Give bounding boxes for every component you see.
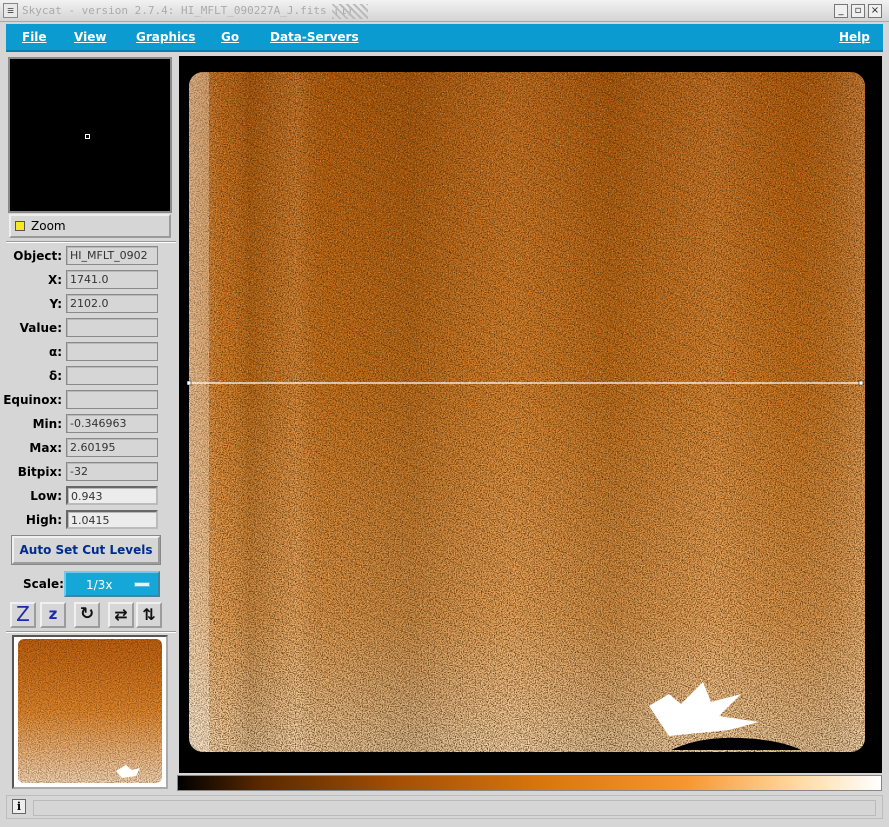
equinox-field [66, 390, 158, 409]
minimize-button[interactable]: _ [834, 4, 848, 18]
cut-line-end-handle[interactable] [858, 380, 864, 386]
info-row-delta: δ: [6, 366, 176, 388]
dropdown-caret-icon [134, 582, 150, 587]
info-row-alpha: α: [6, 342, 176, 364]
flip-x-icon: ⇄ [114, 605, 128, 624]
bitpix-label: Bitpix: [17, 465, 62, 479]
high-label: High: [25, 513, 62, 527]
statusbar: i [6, 795, 883, 819]
menu-view-label: View [74, 30, 107, 44]
auto-set-cut-levels-button[interactable]: Auto Set Cut Levels [11, 535, 161, 565]
info-row-equinox: Equinox: [3, 390, 176, 412]
min-label: Min: [32, 417, 62, 431]
bitpix-field: -32 [66, 462, 158, 481]
scale-value: 1/3x [86, 578, 113, 592]
menu-help[interactable]: Help [839, 30, 870, 44]
scale-label: Scale: [23, 577, 64, 591]
menu-graphics[interactable]: Graphics [136, 30, 195, 44]
cut-line-start-handle[interactable] [186, 380, 192, 386]
rotate-icon: ↻ [79, 604, 95, 624]
separator [6, 631, 176, 633]
control-panel: Zoom Object: HI_MFLT_0902 X: 1741.0 Y: 2… [3, 55, 176, 793]
zoom-out-button[interactable]: z [40, 602, 66, 628]
menu-file[interactable]: File [22, 30, 47, 44]
info-row-max: Max: 2.60195 [6, 438, 176, 460]
value-field [66, 318, 158, 337]
alpha-label: α: [48, 345, 62, 359]
zoom-window[interactable] [8, 57, 172, 213]
colorbar[interactable] [177, 775, 882, 791]
y-label: Y: [49, 297, 62, 311]
rotate-button[interactable]: ↻ [74, 602, 100, 628]
menu-data-servers[interactable]: Data-Servers [270, 30, 359, 44]
status-message [33, 800, 876, 816]
info-row-x: X: 1741.0 [6, 270, 176, 292]
window-titlebar: ≡ Skycat - version 2.7.4: HI_MFLT_090227… [0, 0, 889, 22]
max-label: Max: [29, 441, 62, 455]
max-field: 2.60195 [66, 438, 158, 457]
info-row-bitpix: Bitpix: -32 [6, 462, 176, 484]
info-row-object: Object: HI_MFLT_0902 [6, 246, 176, 268]
info-row-min: Min: -0.346963 [6, 414, 176, 436]
object-label: Object: [13, 249, 62, 263]
thumbnail-image [14, 637, 166, 787]
menu-view[interactable]: View [74, 30, 106, 44]
menu-file-label: File [22, 30, 47, 44]
image-canvas[interactable] [179, 56, 882, 773]
equinox-label: Equinox: [3, 393, 62, 407]
delta-label: δ: [48, 369, 62, 383]
object-field: HI_MFLT_0902 [66, 246, 158, 265]
menu-help-label: Help [839, 30, 870, 44]
value-label: Value: [19, 321, 62, 335]
flip-y-button[interactable]: ⇅ [136, 602, 162, 628]
window-menu-icon[interactable]: ≡ [3, 3, 18, 18]
panner-thumbnail[interactable] [12, 635, 168, 789]
info-row-high: High: 1.0415 [6, 510, 176, 532]
zoom-cursor-marker [85, 134, 90, 139]
info-icon: i [12, 799, 26, 814]
titlebar-grip [332, 4, 368, 19]
y-field: 2102.0 [66, 294, 158, 313]
high-cut-input[interactable]: 1.0415 [66, 510, 158, 529]
menu-graphics-label: Graphics [136, 30, 196, 44]
low-label: Low: [30, 489, 62, 503]
menubar: File View Graphics Go Data-Servers Help [6, 24, 883, 52]
fits-image [179, 56, 882, 773]
zoom-checkbox-indicator [15, 221, 25, 231]
delta-field [66, 366, 158, 385]
menu-data-servers-label: Data-Servers [270, 30, 359, 44]
flip-x-button[interactable]: ⇄ [108, 602, 134, 628]
info-row-low: Low: 0.943 [6, 486, 176, 508]
zoom-label: Zoom [31, 219, 66, 233]
flip-y-icon: ⇅ [142, 605, 156, 624]
info-row-y: Y: 2102.0 [6, 294, 176, 316]
menu-go[interactable]: Go [221, 30, 239, 44]
zoom-in-icon: Z [16, 602, 30, 626]
x-field: 1741.0 [66, 270, 158, 289]
close-button[interactable]: × [868, 4, 882, 18]
window-title: Skycat - version 2.7.4: HI_MFLT_090227A_… [22, 4, 354, 17]
info-row-value: Value: [6, 318, 176, 340]
scale-select[interactable]: 1/3x [64, 571, 160, 597]
x-label: X: [47, 273, 62, 287]
menu-go-label: Go [221, 30, 240, 44]
maximize-button[interactable]: ▫ [851, 4, 865, 18]
zoom-out-icon: z [48, 605, 58, 623]
alpha-field [66, 342, 158, 361]
zoom-toggle-button[interactable]: Zoom [9, 214, 171, 238]
zoom-in-button[interactable]: Z [10, 602, 36, 628]
separator [6, 241, 176, 243]
low-cut-input[interactable]: 0.943 [66, 486, 158, 505]
min-field: -0.346963 [66, 414, 158, 433]
